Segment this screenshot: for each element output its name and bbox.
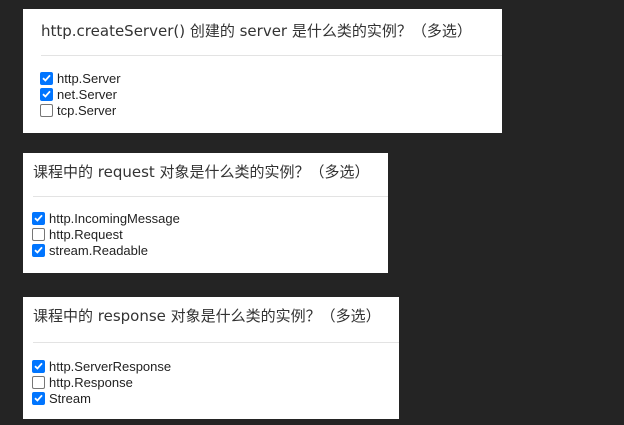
option-label: http.Response: [49, 374, 133, 390]
options-list: http.IncomingMessage http.Request stream…: [32, 210, 180, 258]
option-http-incomingmessage[interactable]: http.IncomingMessage: [32, 210, 180, 226]
divider: [41, 55, 502, 56]
options-list: http.Server net.Server tcp.Server: [40, 70, 121, 118]
checkmark-icon: [42, 90, 51, 98]
options-list: http.ServerResponse http.Response Stream: [32, 358, 171, 406]
question-title: http.createServer() 创建的 server 是什么类的实例？（…: [41, 22, 472, 40]
checkbox[interactable]: [40, 71, 53, 85]
question-card-1: http.createServer() 创建的 server 是什么类的实例？（…: [23, 9, 502, 133]
checkmark-icon: [34, 214, 43, 222]
checkmark-icon: [34, 394, 43, 402]
option-stream-readable[interactable]: stream.Readable: [32, 242, 180, 258]
divider: [33, 196, 388, 197]
question-title: 课程中的 request 对象是什么类的实例？（多选）: [33, 163, 370, 181]
checkbox[interactable]: [32, 359, 45, 373]
option-tcp-server[interactable]: tcp.Server: [40, 102, 121, 118]
divider: [33, 342, 399, 343]
option-http-response[interactable]: http.Response: [32, 374, 171, 390]
checkmark-icon: [42, 74, 51, 82]
checkbox[interactable]: [40, 103, 53, 117]
option-label: http.Server: [57, 70, 121, 86]
checkbox[interactable]: [32, 391, 45, 405]
checkbox[interactable]: [32, 243, 45, 257]
checkbox[interactable]: [32, 211, 45, 225]
option-net-server[interactable]: net.Server: [40, 86, 121, 102]
checkbox[interactable]: [40, 87, 53, 101]
option-label: net.Server: [57, 86, 117, 102]
question-title: 课程中的 response 对象是什么类的实例？（多选）: [33, 307, 381, 325]
checkmark-icon: [34, 362, 43, 370]
option-label: http.Request: [49, 226, 123, 242]
checkbox[interactable]: [32, 375, 45, 389]
option-http-serverresponse[interactable]: http.ServerResponse: [32, 358, 171, 374]
checkmark-icon: [34, 246, 43, 254]
question-card-2: 课程中的 request 对象是什么类的实例？（多选） http.Incomin…: [23, 153, 388, 273]
option-label: http.ServerResponse: [49, 358, 172, 374]
question-card-3: 课程中的 response 对象是什么类的实例？（多选） http.Server…: [23, 297, 399, 419]
option-label: Stream: [49, 390, 91, 406]
option-stream[interactable]: Stream: [32, 390, 171, 406]
option-label: stream.Readable: [49, 242, 148, 258]
checkbox[interactable]: [32, 227, 45, 241]
option-label: http.IncomingMessage: [49, 210, 180, 226]
option-http-request[interactable]: http.Request: [32, 226, 180, 242]
option-http-server[interactable]: http.Server: [40, 70, 121, 86]
option-label: tcp.Server: [57, 102, 117, 118]
